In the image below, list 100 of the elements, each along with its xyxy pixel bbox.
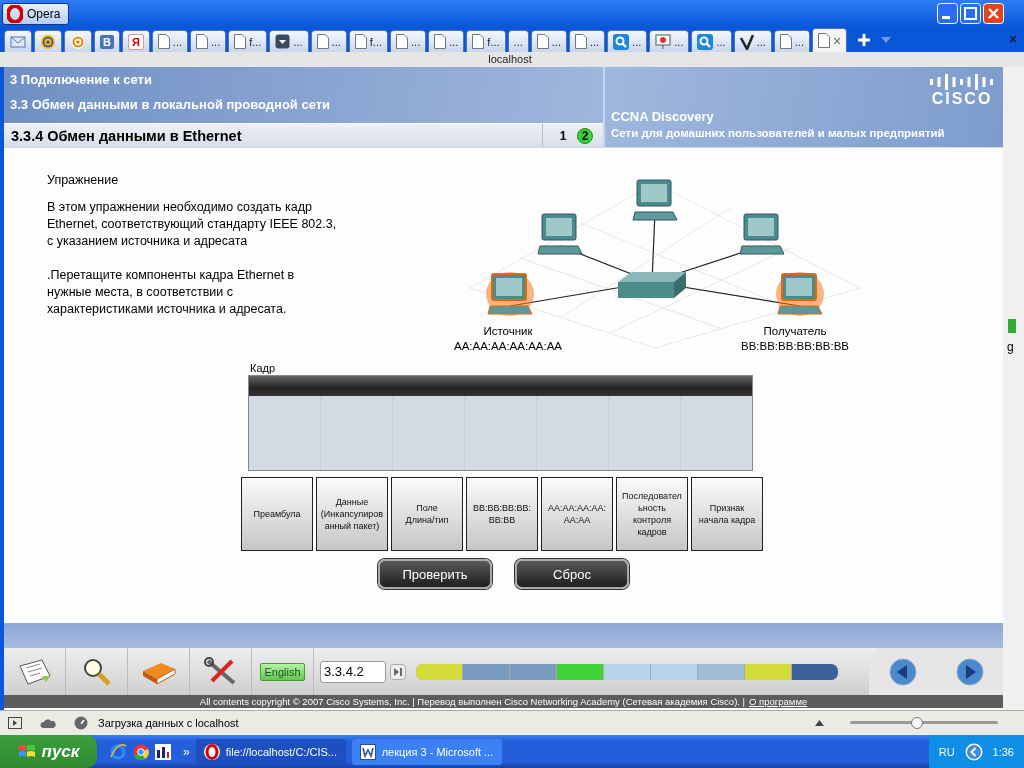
clock: 1:36 [992, 745, 1014, 758]
computer[interactable] [537, 213, 583, 255]
page-icon [354, 34, 367, 49]
page-icon [574, 34, 587, 49]
computer[interactable] [486, 272, 534, 316]
chevron-left-icon[interactable] [964, 742, 983, 761]
browser-tab[interactable]: ... [649, 30, 690, 52]
notepad-icon[interactable] [17, 657, 52, 686]
zoom-slider[interactable] [850, 716, 998, 730]
side-tab-icon [1008, 319, 1016, 333]
page-icon [779, 34, 792, 49]
browser-tab[interactable]: f... [228, 30, 268, 52]
taskbar-button[interactable]: лекция 3 - Microsoft ... [351, 738, 502, 765]
page-number-field[interactable]: 3.3.4.2 [320, 660, 386, 683]
browser-tab[interactable] [34, 30, 62, 52]
frame-component-tile[interactable]: Поле Длина/тип [391, 477, 463, 551]
topic-title: 3.3.4 Обмен данными в Ethernet [10, 127, 243, 144]
page-icon [434, 34, 447, 49]
browser-ball-icon[interactable] [133, 743, 149, 760]
page-icon [817, 33, 830, 48]
next-icon[interactable] [955, 657, 984, 686]
tools-icon[interactable] [203, 656, 238, 687]
minimize-icon[interactable] [937, 3, 958, 24]
page-number[interactable]: 1 [555, 127, 571, 144]
network-switch[interactable] [618, 272, 686, 298]
frame-label: Кадр [250, 362, 277, 375]
frame-component-tile[interactable]: Данные (Инкапсулиров анный пакет) [316, 477, 388, 551]
progress-segment[interactable] [463, 663, 509, 680]
up-arrow-icon[interactable] [815, 720, 824, 726]
at-sign-icon [70, 33, 86, 50]
frame-component-tile[interactable]: Последовател ьность контроля кадров [616, 477, 688, 551]
browser-tab[interactable]: ... [428, 30, 465, 52]
product-name: CCNA Discovery [611, 109, 715, 124]
browser-tab[interactable]: ... [773, 30, 810, 52]
opera-logo-icon [7, 4, 23, 23]
computer[interactable] [739, 213, 785, 255]
more-icons-chevron[interactable]: » [183, 744, 190, 759]
browser-tab[interactable]: ... [390, 30, 427, 52]
go-icon[interactable] [390, 663, 406, 680]
mac-address: AA:AA:AA:AA:AA:AA [454, 339, 562, 354]
computer[interactable] [776, 272, 824, 316]
browser-tab[interactable]: ... [269, 30, 309, 52]
frame-component-tile[interactable]: BB:BB:BB:BB: BB:BB [466, 477, 538, 551]
browser-tab[interactable]: f... [466, 30, 506, 52]
page-icon [472, 34, 485, 49]
progress-segment[interactable] [792, 663, 838, 680]
browser-tab[interactable] [4, 30, 32, 52]
windows-flag-icon [17, 743, 36, 760]
browser-tab[interactable]: ... [190, 30, 227, 52]
about-link[interactable]: О программе [749, 696, 808, 707]
frame-component-tile[interactable]: Признак начала кадра [691, 477, 763, 551]
new-tab-icon[interactable] [857, 32, 872, 47]
site-logo: В [100, 34, 114, 49]
browser-tab[interactable]: ... [733, 30, 772, 52]
cloud-icon[interactable] [40, 717, 56, 729]
browser-tab[interactable]: ... [310, 30, 347, 52]
progress-segment[interactable] [510, 663, 556, 680]
browser-tab[interactable]: В [94, 30, 120, 52]
copyright-text: All contents copyright © 2007 Cisco Systems, Inc. | Перевод выполнен Cisco Networking Academy (Сетевая академия Cisco). | [199, 696, 746, 707]
document-w-icon [359, 743, 376, 760]
browser-tab[interactable]: f... [348, 30, 388, 52]
browser-tab[interactable]: ... [691, 30, 732, 52]
action-button[interactable]: Проверить [378, 559, 492, 589]
panel-toggle-icon[interactable] [8, 717, 22, 729]
computer[interactable] [632, 179, 678, 221]
browser-tab[interactable]: Я [121, 30, 150, 52]
maximize-icon[interactable] [960, 3, 981, 24]
endpoint-name: Источник [483, 324, 533, 339]
section-title: 3.3 Обмен данными в локальной проводной сети [9, 96, 332, 114]
dropdown-icon[interactable] [881, 36, 892, 43]
language-button[interactable]: English [260, 662, 305, 681]
browser-tab[interactable]: ... [607, 30, 648, 52]
page-number[interactable]: 2 [577, 127, 593, 144]
close-icon[interactable] [983, 3, 1004, 24]
frame-component-tile[interactable]: Преамбула [241, 477, 313, 551]
page-icon [316, 34, 329, 49]
frame-component-tile[interactable]: AA:AA:AA:AA: AA:AA [541, 477, 613, 551]
opera-logo-icon [203, 743, 220, 760]
browser-tab[interactable]: ... [151, 30, 189, 52]
endpoint-name: Получатель [763, 324, 827, 339]
magnifier-icon[interactable] [81, 656, 112, 687]
partial-letter: g [1007, 340, 1014, 354]
globe-e-icon[interactable] [109, 742, 127, 761]
browser-tab[interactable]: ... [507, 30, 529, 52]
browser-tab[interactable] [64, 30, 92, 52]
browser-tab[interactable]: ... [530, 30, 567, 52]
check-mark-icon [739, 33, 754, 50]
speedometer-icon[interactable] [74, 716, 88, 730]
browser-tab[interactable]: × [811, 28, 848, 52]
browser-tab[interactable]: ... [568, 30, 606, 52]
previous-icon[interactable] [888, 657, 917, 686]
start-button[interactable]: пуск [0, 735, 97, 768]
opera-menu-button[interactable]: Opera [2, 2, 70, 25]
product-subtitle: Сети для домашних пользователей и малых предприятий [611, 127, 946, 139]
chart-window-icon[interactable] [155, 743, 171, 760]
site-logo: Я [127, 33, 144, 50]
search-icon [613, 33, 630, 50]
taskbar-button[interactable]: file://localhost/C:/CIS... [195, 738, 346, 765]
instruction-text: .Перетащите компоненты кадра Ethernet в нужные места, в соответствии с характеристиками источника и адресата. [47, 267, 296, 318]
action-button[interactable]: Сброс [515, 559, 629, 589]
